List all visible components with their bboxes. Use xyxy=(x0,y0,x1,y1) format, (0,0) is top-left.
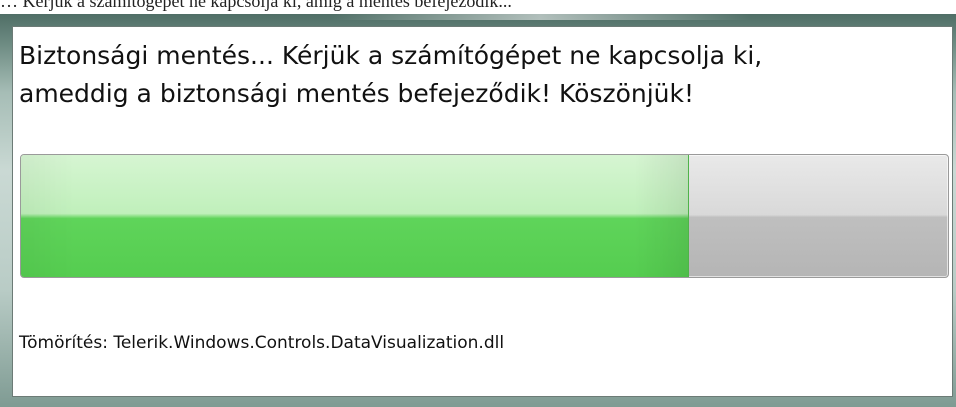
dialog-body: Biztonsági mentés... Kérjük a számítógép… xyxy=(12,26,953,397)
frame-glass-highlight xyxy=(330,14,750,20)
compression-status-text: Tömörítés: Telerik.Windows.Controls.Data… xyxy=(19,333,505,353)
window-title-bar: … Kérjük a számítógépet ne kapcsolja ki,… xyxy=(0,0,956,14)
backup-message: Biztonsági mentés... Kérjük a számítógép… xyxy=(19,41,763,108)
progress-fill xyxy=(21,155,690,277)
window-title: … Kérjük a számítógépet ne kapcsolja ki,… xyxy=(0,0,512,11)
window-frame: Biztonsági mentés... Kérjük a számítógép… xyxy=(0,14,956,407)
backup-progress-bar xyxy=(20,154,949,278)
